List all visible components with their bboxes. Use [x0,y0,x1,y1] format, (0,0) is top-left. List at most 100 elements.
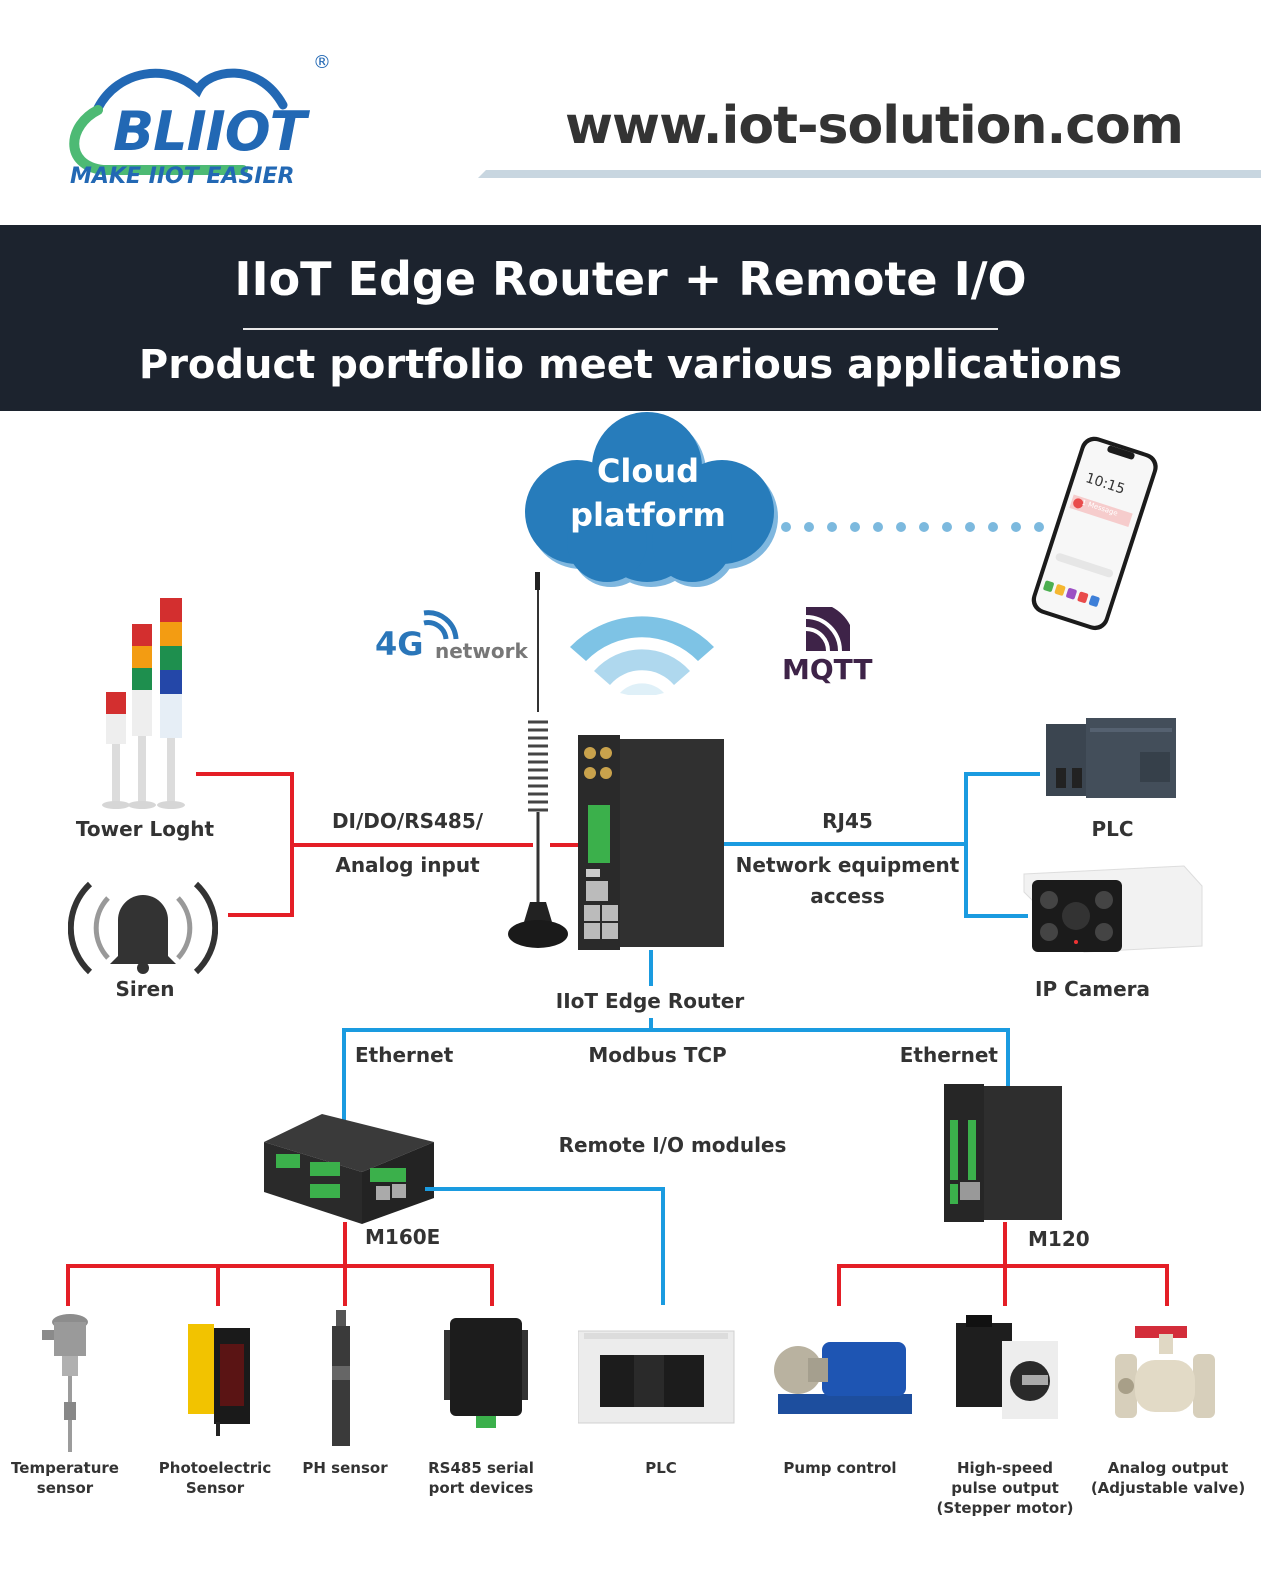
network-wire-plc [964,772,1040,776]
brand-logo: BLIIOT ® MAKE IIOT EASIER [58,50,348,200]
banner-divider [243,328,998,330]
temperature-sensor-image [32,1310,102,1455]
device-label: PH sensor [302,1459,388,1477]
smartphone: 10:15 1 Message [1025,432,1160,632]
siemens-plc-image [1044,716,1178,804]
device-label: Temperature sensor [11,1459,119,1497]
device-label: Photoelectric Sensor [158,1459,272,1497]
bell-icon [67,881,219,975]
edge-router-label: IIoT Edge Router [555,989,745,1013]
io-module-din-icon [944,1084,1062,1222]
rs485-device-icon [444,1318,528,1428]
tower-light-icon [102,598,185,809]
m160e-label: M160E [365,1225,441,1249]
m160e-io-tap-3 [343,1264,347,1306]
ethernet-right-label: Ethernet [899,1043,998,1067]
device-label: PLC [645,1459,677,1477]
stepper-motor-icon [956,1315,1058,1419]
compact-plc-icon [577,1330,735,1424]
tower-light-image [98,596,193,811]
siren-label: Siren [115,977,175,1001]
m160e-io-drop [343,1222,347,1268]
io-interface-label-2: Analog input [335,853,480,877]
camera-icon [1023,865,1203,953]
antenna [508,572,578,957]
website-url[interactable]: www.iot-solution.com [565,96,1184,156]
pump-image [772,1330,912,1420]
logo-brand-text: BLIIOT [113,100,306,163]
ip-camera-image [1014,862,1204,962]
ph-sensor-image [322,1310,362,1450]
tower-light-label: Tower Loght [75,817,215,841]
mqtt-text: MQTT [782,653,873,686]
io-module-icon [264,1114,434,1224]
banner-subtitle: Product portfolio meet various applicati… [138,342,1123,388]
signal-icon [423,610,459,640]
bus-left-drop [342,1028,346,1120]
wifi-icon [570,616,714,695]
siren-image [67,876,219,976]
m120-module-image [944,1084,1062,1224]
m120-io-tap-2 [1003,1264,1007,1306]
pump-icon [774,1342,912,1414]
valve-image [1115,1320,1219,1430]
m160e-module-image [262,1112,434,1224]
device-label: RS485 serial port devices [428,1459,534,1497]
4g-network-badge: 4G network [375,603,528,663]
m160e-io-bus [66,1264,494,1268]
io-interface-label-1: DI/DO/RS485/ [331,809,484,833]
remote-io-label: Remote I/O modules [558,1133,787,1157]
io-wire-tower [196,772,294,776]
io-wire-router [290,843,533,847]
stepper-motor-image [952,1315,1062,1425]
cloud-label-2: platform [570,496,726,534]
logo-tagline: MAKE IIOT EASIER [70,164,295,189]
router-down-wire [649,950,653,986]
network-access-label-1: Network equipment [735,853,960,877]
temperature-sensor-icon [42,1314,88,1452]
network-wire-vertical [964,772,968,918]
banner-title: IIoT Edge Router + Remote I/O [234,252,1027,306]
header-divider [478,170,1261,178]
router-device-icon [578,735,724,950]
network-access-label-2: access [810,884,885,908]
bus-right-drop [1006,1028,1010,1086]
m120-io-tap-3 [1165,1264,1169,1306]
cloud-label-1: Cloud [596,452,700,490]
network-wire-router [724,842,968,846]
plc-device-icon [1046,718,1176,798]
mitsubishi-plc-image [577,1325,738,1425]
m160e-plc-wire-v [661,1187,665,1305]
m120-label: M120 [1028,1227,1090,1251]
4g-text: 4G [375,625,424,663]
ip-camera-label: IP Camera [1035,977,1150,1001]
registered-mark: ® [313,52,331,73]
device-label: Analog output (Adjustable valve) [1090,1459,1246,1497]
valve-icon [1115,1326,1215,1418]
device-label: High-speed pulse output (Stepper motor) [936,1459,1074,1517]
ethernet-left-label: Ethernet [355,1043,454,1067]
wifi-signal [562,605,722,695]
io-wire-siren [228,913,294,917]
device-label: Pump control [783,1459,897,1477]
edge-router-image [578,735,724,950]
photoelectric-sensor-icon [188,1324,250,1436]
cloud-phone-link [780,518,1060,532]
rs485-device-image [444,1318,528,1428]
m160e-plc-wire-h [425,1187,665,1191]
mqtt-badge: MQTT [780,605,880,686]
m160e-io-tap-1 [66,1264,70,1306]
m160e-io-tap-2 [216,1264,220,1306]
cloud-platform: Cloud platform [522,412,782,587]
antenna-icon [508,572,568,948]
m120-io-tap-1 [837,1264,841,1306]
m120-io-drop [1003,1222,1007,1268]
modbus-bus [342,1028,1010,1032]
mqtt-icon [805,607,850,652]
modbus-tcp-label: Modbus TCP [588,1043,727,1067]
ph-sensor-icon [332,1310,350,1446]
smartphone-icon [1031,436,1158,631]
dotted-line-icon [781,522,1044,532]
m160e-io-tap-4 [490,1264,494,1306]
photoelectric-sensor-image [186,1318,256,1438]
